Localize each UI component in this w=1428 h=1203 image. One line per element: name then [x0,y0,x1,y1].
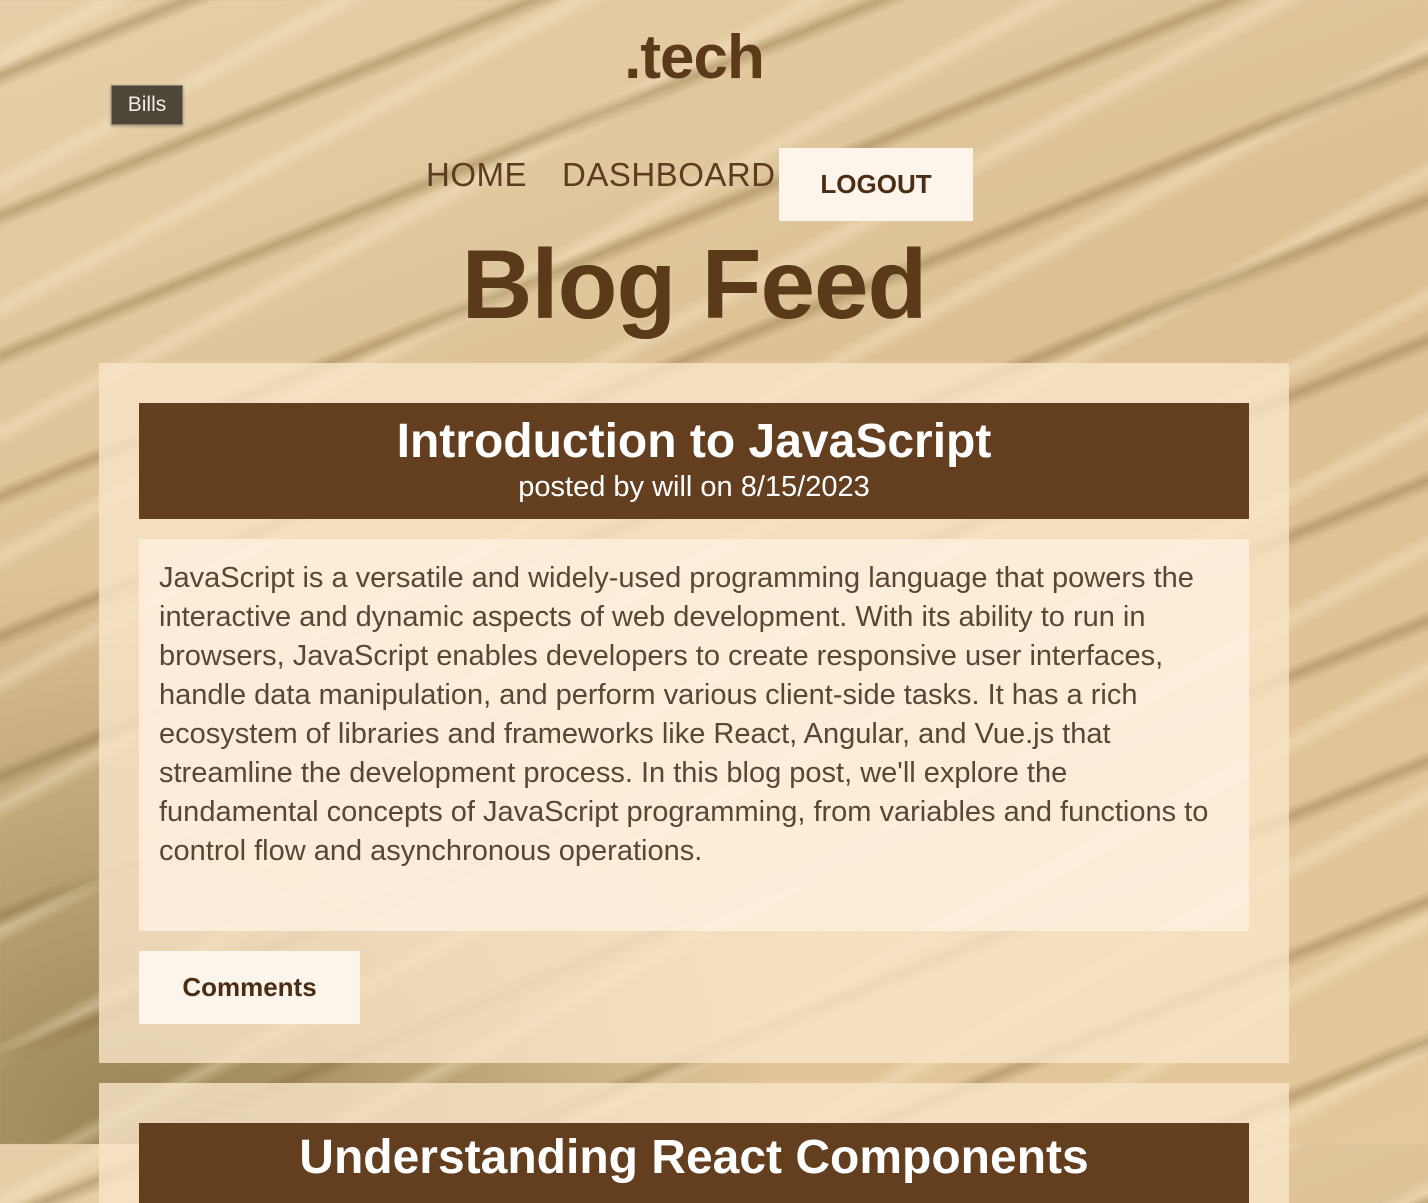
nav-home-link[interactable]: HOME [426,156,527,194]
post-card: Understanding React Components [99,1083,1289,1203]
nav-dashboard-link[interactable]: DASHBOARD [562,156,776,194]
post-body: JavaScript is a versatile and widely-use… [139,539,1249,931]
site-brand[interactable]: .tech [0,22,1388,93]
bills-badge[interactable]: Bills [111,85,183,125]
logout-button[interactable]: LOGOUT [779,148,973,221]
comments-button[interactable]: Comments [139,951,360,1024]
page-title: Blog Feed [461,229,928,339]
post-title[interactable]: Understanding React Components [139,1131,1249,1185]
main-nav: HOME DASHBOARD LOGOUT [0,148,1428,221]
post-meta: posted by will on 8/15/2023 [518,471,870,503]
post-card: Introduction to JavaScript posted by wil… [99,363,1289,1063]
post-header: Introduction to JavaScript posted by wil… [139,403,1249,519]
post-title[interactable]: Introduction to JavaScript [139,415,1249,469]
post-header: Understanding React Components [139,1123,1249,1203]
